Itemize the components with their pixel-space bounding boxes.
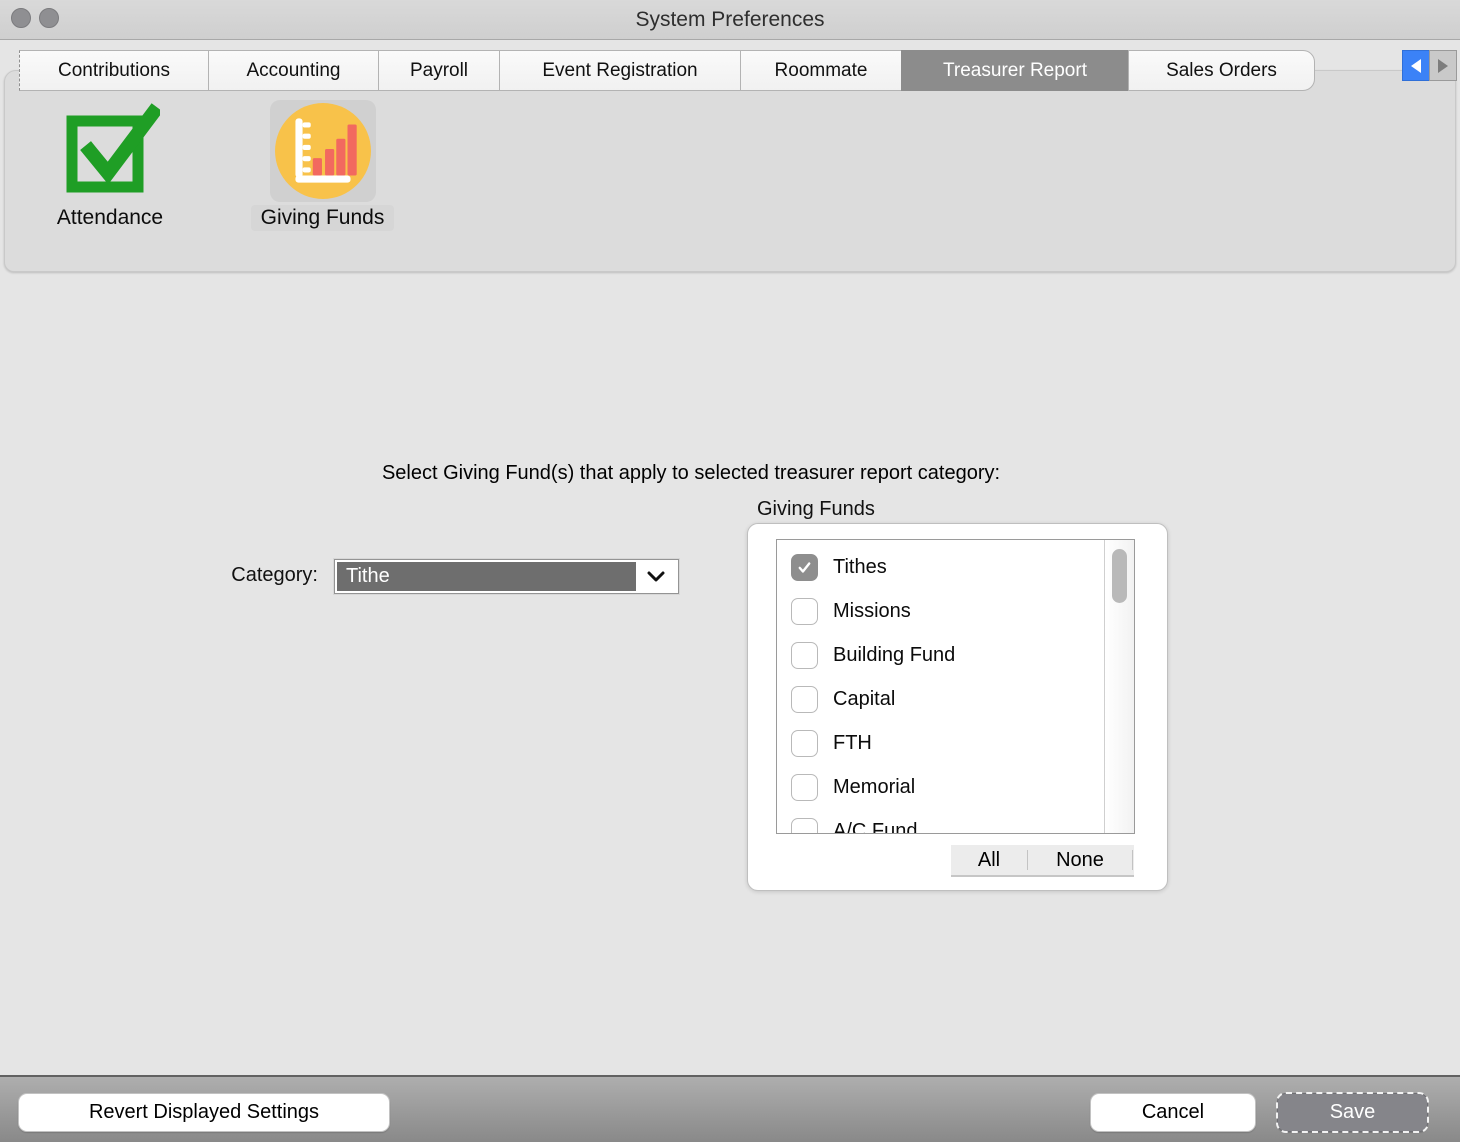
window-title: System Preferences: [0, 0, 1460, 40]
giving-funds-bar-chart-icon: [270, 100, 376, 202]
tab-label: Treasurer Report: [943, 60, 1087, 82]
tab-label: Sales Orders: [1166, 60, 1277, 82]
toolbar-item-label: Attendance: [47, 205, 173, 231]
tab-sales-orders[interactable]: Sales Orders: [1128, 50, 1315, 91]
arrow-left-icon: [1409, 58, 1423, 74]
instruction-text: Select Giving Fund(s) that apply to sele…: [0, 462, 1382, 485]
tab-label: Payroll: [410, 60, 468, 82]
fund-name: Building Fund: [833, 644, 955, 667]
fund-rows: Tithes Missions Building Fund Capital FT…: [777, 540, 1104, 833]
tab-payroll[interactable]: Payroll: [378, 50, 500, 91]
scrollbar-thumb[interactable]: [1112, 549, 1127, 603]
fund-name: Capital: [833, 688, 895, 711]
fund-name: FTH: [833, 732, 872, 755]
arrow-right-icon: [1436, 58, 1450, 74]
fund-name: Missions: [833, 600, 911, 623]
fund-row-building-fund[interactable]: Building Fund: [791, 633, 1104, 677]
category-dropdown[interactable]: Tithe: [334, 559, 679, 594]
toolbar-item-attendance[interactable]: Attendance: [30, 100, 190, 231]
category-label: Category:: [180, 564, 318, 587]
giving-funds-list-title: Giving Funds: [757, 498, 875, 521]
tab-accounting[interactable]: Accounting: [208, 50, 379, 91]
tab-label: Roommate: [775, 60, 868, 82]
toolbar-item-giving-funds[interactable]: Giving Funds: [235, 100, 410, 231]
toolbar-panel: [4, 70, 1456, 272]
checkbox-icon[interactable]: [791, 730, 818, 757]
toolbar-item-label: Giving Funds: [251, 205, 395, 231]
fund-row-ac-fund[interactable]: A/C Fund: [791, 809, 1104, 834]
giving-funds-list: Tithes Missions Building Fund Capital FT…: [776, 539, 1135, 834]
tab-scroll-right-button[interactable]: [1429, 50, 1457, 81]
divider: [1132, 850, 1133, 870]
attendance-checkbox-icon: [57, 100, 163, 202]
fund-row-capital[interactable]: Capital: [791, 677, 1104, 721]
checkbox-icon[interactable]: [791, 642, 818, 669]
tab-bar: Contributions Accounting Payroll Event R…: [19, 50, 1315, 91]
fund-name: Memorial: [833, 776, 915, 799]
tab-label: Event Registration: [542, 60, 697, 82]
giving-funds-panel: Tithes Missions Building Fund Capital FT…: [747, 523, 1168, 891]
checkbox-icon[interactable]: [791, 598, 818, 625]
tab-treasurer-report[interactable]: Treasurer Report: [901, 50, 1129, 91]
chevron-down-icon: [636, 562, 676, 591]
scrollbar-track[interactable]: [1104, 540, 1134, 833]
fund-row-missions[interactable]: Missions: [791, 589, 1104, 633]
category-selected-value: Tithe: [337, 562, 636, 591]
fund-row-tithes[interactable]: Tithes: [791, 545, 1104, 589]
tab-contributions[interactable]: Contributions: [19, 50, 209, 91]
fund-name: Tithes: [833, 556, 887, 579]
tab-nav-arrows: [1402, 50, 1457, 81]
tab-label: Accounting: [246, 60, 340, 82]
fund-row-fth[interactable]: FTH: [791, 721, 1104, 765]
titlebar: System Preferences: [0, 0, 1460, 40]
checkbox-icon[interactable]: [791, 774, 818, 801]
checkbox-icon[interactable]: [791, 686, 818, 713]
checkbox-icon[interactable]: [791, 818, 818, 835]
revert-displayed-settings-button[interactable]: Revert Displayed Settings: [18, 1093, 390, 1132]
list-actions: All None: [951, 845, 1134, 877]
tab-roommate[interactable]: Roommate: [740, 50, 902, 91]
checkbox-checked-icon[interactable]: [791, 554, 818, 581]
cancel-button[interactable]: Cancel: [1090, 1093, 1256, 1132]
save-button[interactable]: Save: [1277, 1093, 1428, 1132]
tab-label: Contributions: [58, 60, 170, 82]
select-none-button[interactable]: None: [1028, 849, 1132, 872]
tab-scroll-left-button[interactable]: [1402, 50, 1430, 81]
fund-name: A/C Fund: [833, 820, 917, 835]
footer-bar: Revert Displayed Settings Cancel Save: [0, 1075, 1460, 1142]
tab-event-registration[interactable]: Event Registration: [499, 50, 741, 91]
select-all-button[interactable]: All: [951, 849, 1027, 872]
fund-row-memorial[interactable]: Memorial: [791, 765, 1104, 809]
